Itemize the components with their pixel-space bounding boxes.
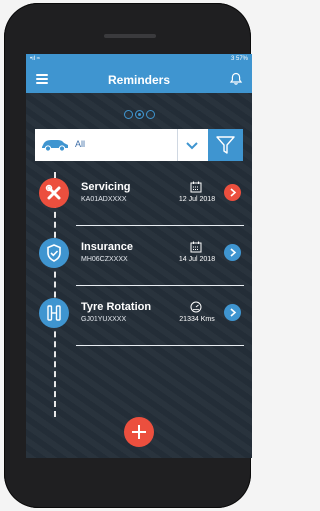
page-indicator <box>26 106 252 124</box>
status-bar: •ıl ≈ 3 57% <box>26 54 252 66</box>
phone-speaker <box>104 34 156 38</box>
signal-indicator: •ıl ≈ <box>30 56 41 62</box>
speedometer-icon <box>190 301 202 313</box>
bell-icon[interactable] <box>229 72 243 86</box>
vehicle-registration: KA01ADXXXX <box>81 196 127 203</box>
add-reminder-button[interactable] <box>124 417 154 447</box>
chevron-down-icon[interactable] <box>183 136 201 154</box>
shield-icon <box>39 238 69 268</box>
wrench-icon <box>39 178 69 208</box>
chevron-right-icon <box>230 188 237 197</box>
vehicle-registration: GJ01YUXXXX <box>81 316 127 323</box>
row-divider <box>76 285 244 286</box>
reminder-item-tyre-rotation[interactable]: Tyre Rotation GJ01YUXXXX 21334 Kms <box>26 290 252 346</box>
filter-selected-value: All <box>75 139 86 149</box>
battery-indicator: 3 57% <box>230 56 248 62</box>
chevron-right-icon <box>230 308 237 317</box>
row-divider <box>76 345 244 346</box>
due-date: 12 Jul 2018 <box>178 196 216 203</box>
odometer-reading: 21334 Kms <box>179 316 215 323</box>
page-dot[interactable] <box>123 110 133 119</box>
page-title: Reminders <box>107 73 171 87</box>
open-reminder-button[interactable] <box>224 184 241 201</box>
filter-button[interactable] <box>208 129 243 161</box>
phone-frame: •ıl ≈ 3 57% Reminders All Servicing KA01… <box>4 3 252 508</box>
chevron-right-icon <box>230 248 237 257</box>
open-reminder-button[interactable] <box>224 244 241 261</box>
row-divider <box>76 225 244 226</box>
calendar-icon <box>190 241 202 253</box>
reminder-title: Servicing <box>81 181 131 193</box>
page-dot-active[interactable] <box>134 110 144 119</box>
reminder-title: Insurance <box>81 241 133 253</box>
calendar-icon <box>190 181 202 193</box>
open-reminder-button[interactable] <box>224 304 241 321</box>
due-date: 14 Jul 2018 <box>178 256 216 263</box>
app-bar: Reminders <box>26 66 252 93</box>
tyre-icon <box>39 298 69 328</box>
car-icon <box>42 140 68 152</box>
page-dot[interactable] <box>145 110 155 119</box>
reminder-item-insurance[interactable]: Insurance MH06CZXXXX 14 Jul 2018 <box>26 230 252 286</box>
vehicle-registration: MH06CZXXXX <box>81 256 128 263</box>
reminder-title: Tyre Rotation <box>81 301 152 313</box>
filter-divider <box>177 129 178 161</box>
vehicle-filter[interactable]: All <box>35 129 243 161</box>
app-screen: •ıl ≈ 3 57% Reminders All Servicing KA01… <box>26 54 252 458</box>
funnel-icon <box>216 136 235 154</box>
reminder-item-servicing[interactable]: Servicing KA01ADXXXX 12 Jul 2018 <box>26 170 252 226</box>
